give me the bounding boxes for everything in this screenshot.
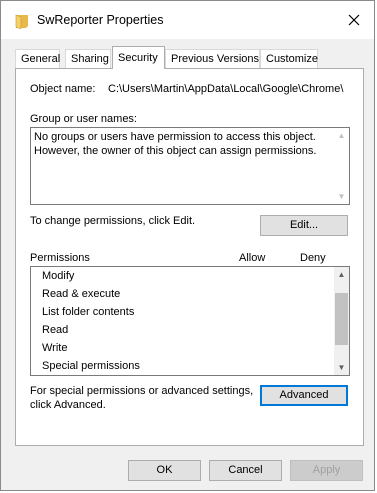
- cancel-button[interactable]: Cancel: [209, 460, 282, 481]
- deny-column-label: Deny: [300, 252, 326, 264]
- security-panel: Object name: C:\Users\Martin\AppData\Loc…: [15, 68, 364, 446]
- permissions-listbox[interactable]: Modify Read & execute List folder conten…: [30, 266, 350, 376]
- tab-customize[interactable]: Customize: [260, 49, 318, 68]
- permissions-label: Permissions: [30, 252, 90, 264]
- folder-icon: [15, 13, 29, 30]
- permission-row: List folder contents: [42, 306, 135, 318]
- scroll-down-icon[interactable]: ▼: [334, 360, 349, 375]
- allow-column-label: Allow: [239, 252, 266, 264]
- scroll-up-icon[interactable]: ▲: [334, 128, 349, 143]
- permissions-scrollbar[interactable]: ▲ ▼: [334, 267, 349, 375]
- scroll-thumb[interactable]: [335, 293, 348, 345]
- object-name-value: C:\Users\Martin\AppData\Local\Google\Chr…: [108, 83, 344, 95]
- permission-row: Read & execute: [42, 288, 121, 300]
- edit-button[interactable]: Edit...: [260, 215, 348, 236]
- advanced-hint-line2: click Advanced.: [30, 399, 106, 411]
- tab-general[interactable]: General: [15, 49, 60, 68]
- scroll-down-icon[interactable]: ▼: [334, 189, 349, 204]
- scroll-up-icon[interactable]: ▲: [334, 267, 349, 282]
- advanced-hint-line1: For special permissions or advanced sett…: [30, 385, 254, 397]
- close-button[interactable]: [334, 1, 374, 39]
- permission-row: Read: [42, 324, 69, 336]
- ok-button[interactable]: OK: [128, 460, 201, 481]
- change-permissions-hint: To change permissions, click Edit.: [30, 215, 196, 227]
- permission-row: Modify: [42, 270, 75, 282]
- groups-listbox[interactable]: No groups or users have permission to ac…: [30, 127, 350, 205]
- tab-previous-versions[interactable]: Previous Versions: [165, 49, 260, 68]
- properties-dialog: SwReporter Properties General Sharing Se…: [0, 0, 375, 491]
- groups-scrollbar[interactable]: ▲ ▼: [334, 128, 349, 204]
- tab-sharing[interactable]: Sharing: [65, 49, 111, 68]
- close-icon: [348, 14, 360, 26]
- tab-security[interactable]: Security: [112, 46, 165, 69]
- groups-message-line2: However, the owner of this object can as…: [34, 145, 317, 157]
- apply-button[interactable]: Apply: [290, 460, 363, 481]
- title-bar[interactable]: SwReporter Properties: [1, 1, 374, 39]
- window-title: SwReporter Properties: [37, 13, 164, 27]
- groups-label: Group or user names:: [30, 113, 137, 125]
- advanced-button[interactable]: Advanced: [260, 385, 348, 406]
- object-name-label: Object name:: [30, 83, 96, 95]
- permission-row: Write: [42, 342, 68, 354]
- permission-row: Special permissions: [42, 360, 140, 372]
- groups-message-line1: No groups or users have permission to ac…: [34, 131, 316, 143]
